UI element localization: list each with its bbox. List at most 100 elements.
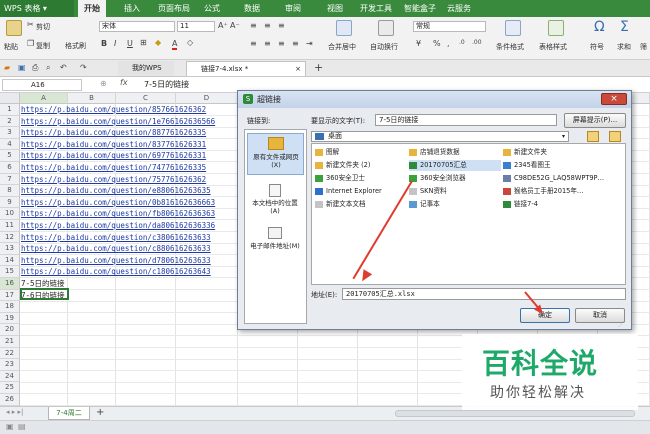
italic-icon[interactable]: I xyxy=(114,39,116,48)
close-icon[interactable]: × xyxy=(295,62,301,77)
align-middle-icon[interactable]: ≡ xyxy=(264,21,271,30)
print-icon[interactable]: ⎙ xyxy=(32,63,38,73)
select-all-corner[interactable] xyxy=(0,93,20,104)
column-header[interactable]: C xyxy=(116,93,176,104)
column-header[interactable]: D xyxy=(176,93,238,104)
menu-item[interactable]: 数据 xyxy=(244,0,260,17)
row-header[interactable]: 19 xyxy=(0,312,20,325)
percent-button[interactable]: % xyxy=(433,39,441,48)
row-header[interactable]: 15 xyxy=(0,266,20,278)
undo-icon[interactable]: ↶ xyxy=(60,63,67,72)
align-left-icon[interactable]: ≡ xyxy=(250,39,257,48)
row-header[interactable]: 21 xyxy=(0,336,20,348)
file-item[interactable]: 新建文件夹 xyxy=(503,147,595,158)
file-item[interactable]: 店铺退货数据 xyxy=(409,147,501,158)
sidebar-item-document-place[interactable]: 本文档中的位置(A) xyxy=(247,182,304,218)
symbol-button[interactable]: 符号 xyxy=(590,42,604,52)
file-item[interactable]: Internet Explorer xyxy=(315,186,407,197)
border-icon[interactable]: ⊞ xyxy=(140,38,147,47)
resize-grip-icon[interactable]: ⋰ xyxy=(618,321,628,329)
new-tab-icon[interactable]: + xyxy=(314,61,323,74)
bold-icon[interactable]: B xyxy=(101,39,107,48)
font-grow-icon[interactable]: A⁺ xyxy=(218,21,228,30)
tab-my-wps[interactable]: 我的WPS xyxy=(118,61,174,76)
thousands-button[interactable]: , xyxy=(447,39,450,48)
row-header[interactable]: 22 xyxy=(0,347,20,360)
redo-icon[interactable]: ↷ xyxy=(80,63,87,72)
row-header[interactable]: 11 xyxy=(0,220,20,232)
row-header[interactable]: 23 xyxy=(0,359,20,371)
horizontal-scrollbar[interactable] xyxy=(395,410,635,417)
close-icon[interactable]: × xyxy=(601,93,627,105)
align-center-icon[interactable]: ≡ xyxy=(264,39,271,48)
align-top-icon[interactable]: ≡ xyxy=(250,21,257,30)
menu-item[interactable]: 开始 xyxy=(78,0,106,17)
decimal-decrease-icon[interactable]: .00 xyxy=(472,39,482,46)
row-header[interactable]: 25 xyxy=(0,382,20,394)
clear-format-icon[interactable]: ◇ xyxy=(187,38,193,47)
file-item[interactable]: 2345看图王 xyxy=(503,160,595,171)
row-header[interactable]: 1 xyxy=(0,104,20,116)
browse-folder-icon[interactable] xyxy=(609,131,621,142)
menu-item[interactable]: 公式 xyxy=(204,0,220,17)
zoom-icon[interactable]: ⊕ xyxy=(100,79,107,88)
paste-button[interactable]: 粘贴 xyxy=(4,42,18,52)
menu-item[interactable]: 审阅 xyxy=(285,0,301,17)
row-header[interactable]: 18 xyxy=(0,301,20,313)
menu-item[interactable]: 云服务 xyxy=(447,0,471,17)
row-header[interactable]: 9 xyxy=(0,196,20,209)
preview-icon[interactable]: ⌕ xyxy=(46,63,50,73)
file-item[interactable]: 360安全浏览器 xyxy=(409,173,501,184)
sidebar-item-email[interactable]: 电子邮件地址(M) xyxy=(247,225,304,261)
file-item[interactable]: 猴格员工手册2015年… xyxy=(503,186,595,197)
display-text-input[interactable]: 7-5日的链接 xyxy=(375,114,557,126)
align-right-icon[interactable]: ≡ xyxy=(278,39,285,48)
file-item[interactable]: 图解 xyxy=(315,147,407,158)
format-painter-button[interactable]: 格式刷 xyxy=(65,41,86,51)
column-header[interactable]: B xyxy=(68,93,116,104)
currency-icon[interactable]: ¥ xyxy=(416,39,421,48)
row-header[interactable]: 20 xyxy=(0,324,20,336)
font-color-icon[interactable]: A xyxy=(172,39,178,50)
menu-item[interactable]: 插入 xyxy=(124,0,140,17)
row-header[interactable]: 2 xyxy=(0,115,20,128)
align-bottom-icon[interactable]: ≡ xyxy=(278,21,285,30)
font-name-select[interactable]: 宋体 xyxy=(99,21,175,32)
row-header[interactable]: 6 xyxy=(0,162,20,174)
merge-center-button[interactable]: 合并居中 xyxy=(328,42,356,52)
distribute-icon[interactable]: ≡ xyxy=(292,39,299,48)
add-sheet-icon[interactable]: + xyxy=(96,407,104,418)
menu-item[interactable]: 智能盒子 xyxy=(404,0,436,17)
row-header[interactable]: 10 xyxy=(0,208,20,220)
row-header[interactable]: 26 xyxy=(0,394,20,406)
tab-document[interactable]: 链接7-4.xlsx * × xyxy=(186,61,306,76)
file-item[interactable]: 新建文件夹 (2) xyxy=(315,160,407,171)
app-menu-button[interactable]: WPS 表格 ▾ xyxy=(0,0,74,17)
cut-button[interactable]: 剪切 xyxy=(36,22,50,32)
file-item[interactable]: SKN资料 xyxy=(409,186,501,197)
table-style-button[interactable]: 表格样式 xyxy=(539,42,567,52)
row-header[interactable]: 13 xyxy=(0,243,20,255)
file-item[interactable]: C98DE52G_LAQ58WPT9P… xyxy=(503,173,604,184)
row-header[interactable]: 4 xyxy=(0,138,20,151)
underline-icon[interactable]: U xyxy=(127,39,133,48)
file-item[interactable]: 链接7-4 xyxy=(503,199,595,210)
file-item[interactable]: 20170705汇总 xyxy=(409,160,501,171)
menu-item[interactable]: 页面布局 xyxy=(158,0,190,17)
row-header[interactable]: 8 xyxy=(0,185,20,197)
cond-format-button[interactable]: 条件格式 xyxy=(496,42,524,52)
row-header[interactable]: 17 xyxy=(0,289,20,302)
sheet-nav-icons[interactable]: ◂ ▸ ▸| xyxy=(6,408,23,416)
menu-item[interactable]: 视图 xyxy=(327,0,343,17)
name-box[interactable]: A16 xyxy=(2,79,82,91)
row-header[interactable]: 24 xyxy=(0,370,20,383)
paste-icon[interactable] xyxy=(6,20,22,36)
file-item[interactable]: 记事本 xyxy=(409,199,501,210)
fill-color-icon[interactable]: ◆ xyxy=(155,38,161,47)
look-in-select[interactable]: 桌面 ▾ xyxy=(311,131,569,142)
decimal-increase-icon[interactable]: .0 xyxy=(459,39,465,46)
file-item[interactable]: 360安全卫士 xyxy=(315,173,407,184)
screen-tip-button[interactable]: 屏幕提示(P)... xyxy=(564,113,626,128)
wrap-text-button[interactable]: 自动换行 xyxy=(370,42,398,52)
indent-icon[interactable]: ⇥ xyxy=(306,39,313,48)
